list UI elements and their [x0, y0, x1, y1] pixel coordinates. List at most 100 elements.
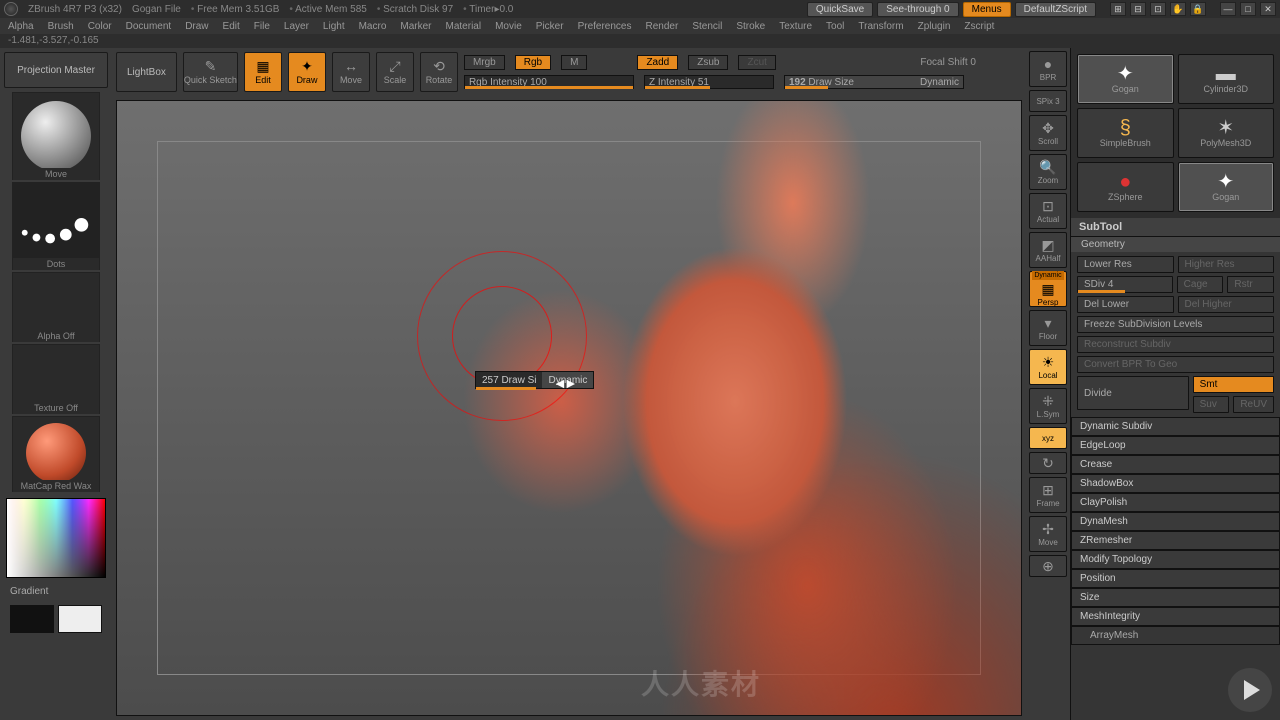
reconstruct-subdiv-button[interactable]: Reconstruct Subdiv: [1077, 336, 1274, 353]
rgb-intensity-slider[interactable]: Rgb Intensity 100: [464, 75, 634, 89]
viewport[interactable]: 257 Draw Si Dynamic ◄► 人人素材: [116, 100, 1022, 716]
convert-bpr-button[interactable]: Convert BPR To Geo: [1077, 356, 1274, 373]
acc-position[interactable]: Position: [1071, 569, 1280, 588]
layout2-icon[interactable]: ⊟: [1130, 2, 1146, 16]
brush-thumb[interactable]: Move: [12, 92, 100, 180]
z-intensity-slider[interactable]: Z Intensity 51: [644, 75, 774, 89]
play-overlay-icon[interactable]: [1228, 668, 1272, 712]
draw-size-slider[interactable]: 192 Draw SizeDynamic: [784, 75, 964, 89]
acc-size[interactable]: Size: [1071, 588, 1280, 607]
draw-button[interactable]: ✦Draw: [288, 52, 326, 92]
menu-tool[interactable]: Tool: [826, 21, 844, 32]
tool-simplebrush[interactable]: §SimpleBrush: [1077, 108, 1174, 158]
reuv-button[interactable]: ReUV: [1233, 396, 1274, 413]
menu-material[interactable]: Material: [446, 21, 482, 32]
scroll-button[interactable]: ✥Scroll: [1029, 115, 1067, 151]
move-button[interactable]: ↔Move: [332, 52, 370, 92]
persp-button[interactable]: Dynamic▦Persp: [1029, 271, 1067, 307]
scale-button[interactable]: ⤢Scale: [376, 52, 414, 92]
del-higher-button[interactable]: Del Higher: [1178, 296, 1275, 313]
focal-shift-label[interactable]: Focal Shift 0: [912, 56, 984, 69]
zcut-chip[interactable]: Zcut: [738, 55, 775, 70]
menu-marker[interactable]: Marker: [400, 21, 431, 32]
acc-modify-topology[interactable]: Modify Topology: [1071, 550, 1280, 569]
del-lower-button[interactable]: Del Lower: [1077, 296, 1174, 313]
zadd-chip[interactable]: Zadd: [637, 55, 678, 70]
menu-stencil[interactable]: Stencil: [692, 21, 722, 32]
rotate-button[interactable]: ⟲Rotate: [420, 52, 458, 92]
divide-button[interactable]: Divide: [1077, 376, 1189, 410]
subtool-header[interactable]: SubTool: [1071, 218, 1280, 237]
tool-gogan-2[interactable]: ✦Gogan: [1178, 162, 1275, 212]
menu-layer[interactable]: Layer: [284, 21, 309, 32]
lsym-button[interactable]: ⁜L.Sym: [1029, 388, 1067, 424]
menu-draw[interactable]: Draw: [185, 21, 208, 32]
projection-master-button[interactable]: Projection Master: [4, 52, 108, 88]
aahalf-button[interactable]: ◩AAHalf: [1029, 232, 1067, 268]
higher-res-button[interactable]: Higher Res: [1178, 256, 1275, 273]
m-chip[interactable]: M: [561, 55, 587, 70]
material-thumb[interactable]: MatCap Red Wax: [12, 416, 100, 492]
tool-cylinder3d[interactable]: ▬Cylinder3D: [1178, 54, 1275, 104]
local-button[interactable]: ☀Local: [1029, 349, 1067, 385]
zsub-chip[interactable]: Zsub: [688, 55, 728, 70]
cage-button[interactable]: Cage: [1177, 276, 1224, 293]
lightbox-button[interactable]: LightBox: [116, 52, 177, 92]
frame-button[interactable]: ⊞Frame: [1029, 477, 1067, 513]
minimize-button[interactable]: —: [1220, 2, 1236, 16]
menu-brush[interactable]: Brush: [48, 21, 74, 32]
gradient-label[interactable]: Gradient: [2, 584, 110, 599]
layout1-icon[interactable]: ⊞: [1110, 2, 1126, 16]
extra-button-2[interactable]: ⊕: [1029, 555, 1067, 577]
menu-render[interactable]: Render: [646, 21, 679, 32]
tool-polymesh3d[interactable]: ✶PolyMesh3D: [1178, 108, 1275, 158]
menu-picker[interactable]: Picker: [536, 21, 564, 32]
acc-dynamesh[interactable]: DynaMesh: [1071, 512, 1280, 531]
zoom-button[interactable]: 🔍Zoom: [1029, 154, 1067, 190]
acc-crease[interactable]: Crease: [1071, 455, 1280, 474]
xyz-button[interactable]: xyz: [1029, 427, 1067, 449]
texture-thumb[interactable]: Texture Off: [12, 344, 100, 414]
menu-texture[interactable]: Texture: [779, 21, 812, 32]
tool-gogan[interactable]: ✦Gogan: [1077, 54, 1174, 104]
acc-shadowbox[interactable]: ShadowBox: [1071, 474, 1280, 493]
menu-transform[interactable]: Transform: [858, 21, 903, 32]
rgb-chip[interactable]: Rgb: [515, 55, 551, 70]
geometry-header[interactable]: Geometry: [1071, 237, 1280, 252]
swatch-white[interactable]: [58, 605, 102, 633]
menu-zscript[interactable]: Zscript: [964, 21, 994, 32]
hand-icon[interactable]: ✋: [1170, 2, 1186, 16]
layout3-icon[interactable]: ⊡: [1150, 2, 1166, 16]
menus-toggle[interactable]: Menus: [963, 2, 1011, 17]
menu-macro[interactable]: Macro: [359, 21, 387, 32]
move-view-button[interactable]: ✢Move: [1029, 516, 1067, 552]
spix-slider[interactable]: SPix 3: [1029, 90, 1067, 112]
menu-document[interactable]: Document: [126, 21, 172, 32]
menu-color[interactable]: Color: [88, 21, 112, 32]
menu-preferences[interactable]: Preferences: [578, 21, 632, 32]
acc-zremesher[interactable]: ZRemesher: [1071, 531, 1280, 550]
freeze-subdiv-button[interactable]: Freeze SubDivision Levels: [1077, 316, 1274, 333]
mrgb-chip[interactable]: Mrgb: [464, 55, 505, 70]
seethrough-slider[interactable]: See-through 0: [877, 2, 958, 17]
acc-meshintegrity[interactable]: MeshIntegrity: [1071, 607, 1280, 626]
floor-button[interactable]: ▾Floor: [1029, 310, 1067, 346]
tool-zsphere[interactable]: ●ZSphere: [1077, 162, 1174, 212]
close-button[interactable]: ✕: [1260, 2, 1276, 16]
menu-zplugin[interactable]: Zplugin: [918, 21, 951, 32]
quicksave-button[interactable]: QuickSave: [807, 2, 873, 17]
acc-arraymesh[interactable]: ArrayMesh: [1071, 626, 1280, 645]
color-picker[interactable]: [6, 498, 106, 578]
stroke-thumb[interactable]: Dots: [12, 182, 100, 270]
acc-claypolish[interactable]: ClayPolish: [1071, 493, 1280, 512]
draw-size-badge[interactable]: 257 Draw Si Dynamic: [475, 371, 594, 389]
maximize-button[interactable]: □: [1240, 2, 1256, 16]
acc-edgeloop[interactable]: EdgeLoop: [1071, 436, 1280, 455]
menu-light[interactable]: Light: [323, 21, 345, 32]
smt-button[interactable]: Smt: [1193, 376, 1274, 393]
extra-button-1[interactable]: ↻: [1029, 452, 1067, 474]
menu-edit[interactable]: Edit: [223, 21, 240, 32]
suv-button[interactable]: Suv: [1193, 396, 1230, 413]
bpr-button[interactable]: ●BPR: [1029, 51, 1067, 87]
menu-stroke[interactable]: Stroke: [736, 21, 765, 32]
